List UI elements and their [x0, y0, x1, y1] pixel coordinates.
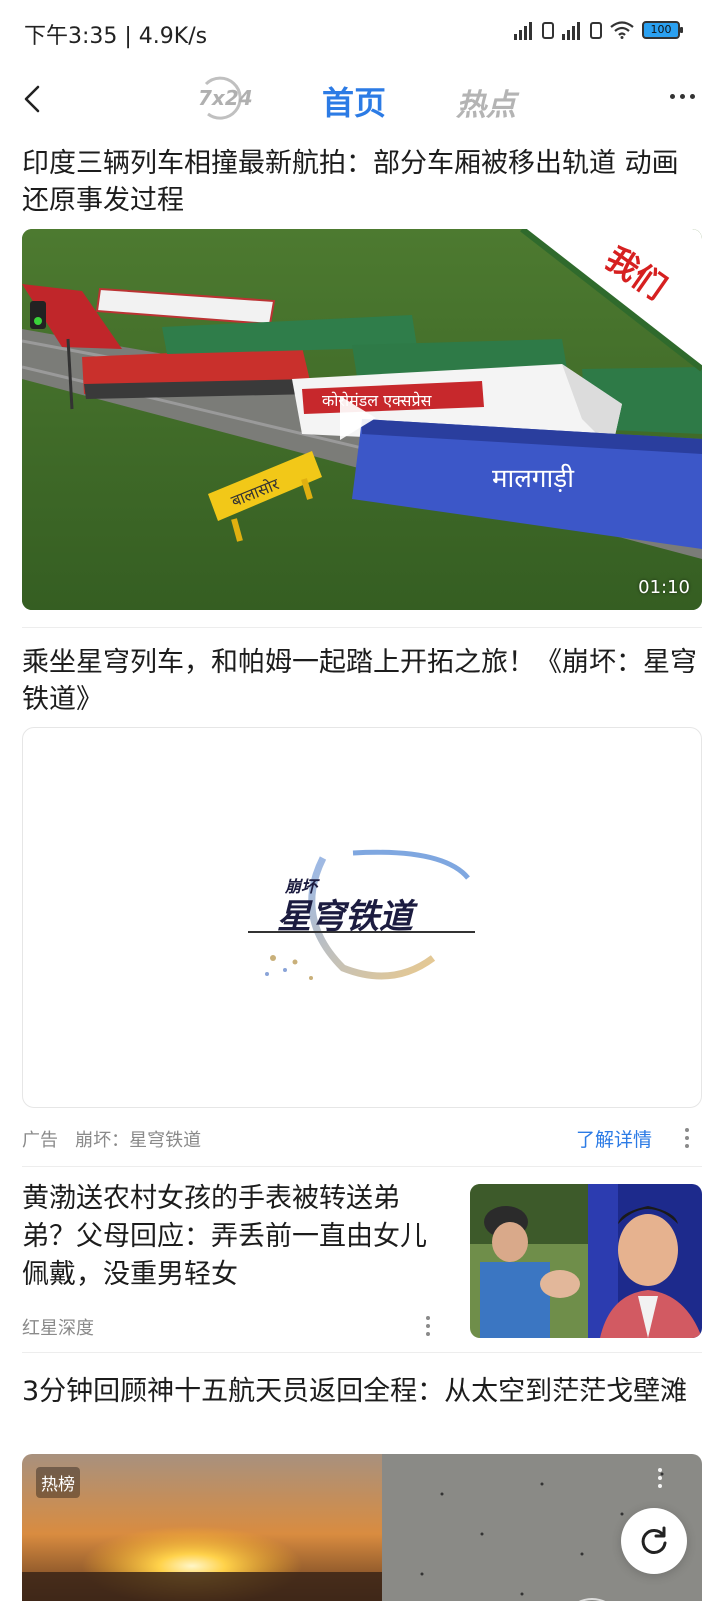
sunset-and-moon-image: [22, 1454, 702, 1601]
divider: [22, 1352, 702, 1353]
ad-label: 广告: [22, 1130, 58, 1151]
play-icon[interactable]: [340, 396, 376, 440]
ad-logo-top: 崩坏: [284, 877, 320, 896]
learn-more-link[interactable]: 了解详情: [576, 1125, 652, 1152]
news-title[interactable]: 印度三辆列车相撞最新航拍：部分车厢被移出轨道 动画还原事发过程: [22, 145, 702, 219]
hot-badge: 热榜: [36, 1467, 80, 1498]
back-icon[interactable]: [18, 82, 48, 116]
sim-icon: [590, 21, 602, 39]
news-source: 红星深度: [22, 1318, 94, 1339]
hot-news-thumbnail[interactable]: [22, 1454, 702, 1601]
ad-logo-main: 星穹铁道: [277, 897, 418, 937]
sim-icon: [542, 21, 554, 39]
status-time-speed: 下午3:35 | 4.9K/s: [24, 24, 208, 49]
advertiser-name: 崩坏：星穹铁道: [75, 1130, 202, 1151]
ad-meta: 广告 崩坏：星穹铁道: [22, 1126, 201, 1152]
status-bar: 下午3:35 | 4.9K/s 100: [0, 0, 720, 64]
ad-title[interactable]: 乘坐星穹列车，和帕姆一起踏上开拓之旅！《崩坏：星穹铁道》: [22, 644, 702, 718]
status-icons: 100: [514, 20, 683, 40]
signal-icon: [514, 20, 532, 40]
news-more-icon[interactable]: [426, 1316, 430, 1336]
battery-icon: 100: [642, 21, 683, 39]
honkai-star-rail-logo: 崩坏 星穹铁道: [248, 849, 475, 980]
tab-7x24[interactable]: 7x24: [196, 76, 253, 120]
signal-icon: [562, 20, 580, 40]
loco-label: कोरोमंडल एक्सप्रेस: [322, 391, 433, 410]
tab-hot[interactable]: 热点: [456, 80, 516, 124]
video-duration: 01:10: [638, 577, 690, 598]
card-more-icon[interactable]: [658, 1468, 662, 1488]
tab-7x24-label: 7x24: [198, 86, 253, 110]
tab-home[interactable]: 首页: [322, 78, 386, 124]
refresh-icon: [641, 1526, 667, 1554]
refresh-button[interactable]: [621, 1508, 687, 1574]
card-more-icon[interactable]: [656, 241, 660, 261]
divider: [22, 627, 702, 628]
ad-more-icon[interactable]: [685, 1128, 689, 1148]
more-options-icon[interactable]: [670, 94, 695, 99]
wifi-icon: [610, 21, 634, 39]
news-title[interactable]: 3分钟回顾神十五航天员返回全程：从太空到茫茫戈壁滩: [22, 1373, 702, 1410]
ad-image[interactable]: 崩坏 星穹铁道: [22, 727, 702, 1108]
news-thumbnail[interactable]: [470, 1184, 702, 1338]
tv-show-image: [470, 1184, 702, 1338]
divider: [22, 1166, 702, 1167]
wagon-label: मालगाड़ी: [492, 463, 575, 494]
news-title[interactable]: 黄渤送农村女孩的手表被转送弟弟？父母回应：弄丢前一直由女儿佩戴，没重男轻女: [22, 1180, 442, 1294]
